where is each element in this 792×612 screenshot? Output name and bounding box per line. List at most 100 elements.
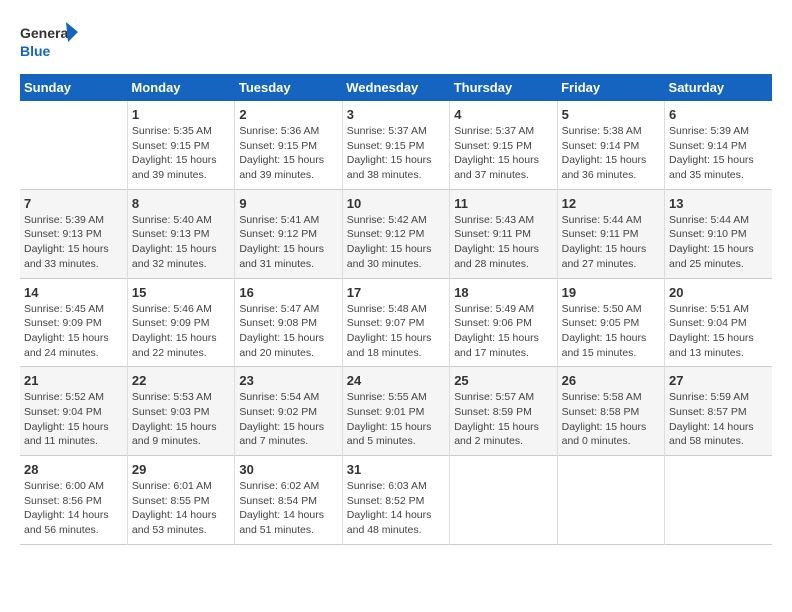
day-content: Sunrise: 5:59 AM Sunset: 8:57 PM Dayligh… xyxy=(669,390,768,449)
page-header: GeneralBlue xyxy=(20,20,772,64)
day-cell: 25 Sunrise: 5:57 AM Sunset: 8:59 PM Dayli… xyxy=(450,367,557,456)
day-cell: 11 Sunrise: 5:43 AM Sunset: 9:11 PM Dayli… xyxy=(450,189,557,278)
day-number: 21 xyxy=(24,373,123,388)
day-cell: 2 Sunrise: 5:36 AM Sunset: 9:15 PM Daylig… xyxy=(235,101,342,189)
day-content: Sunrise: 5:35 AM Sunset: 9:15 PM Dayligh… xyxy=(132,124,230,183)
day-content: Sunrise: 6:03 AM Sunset: 8:52 PM Dayligh… xyxy=(347,479,445,538)
day-content: Sunrise: 5:37 AM Sunset: 9:15 PM Dayligh… xyxy=(454,124,552,183)
day-number: 25 xyxy=(454,373,552,388)
day-number: 7 xyxy=(24,196,123,211)
day-cell: 4 Sunrise: 5:37 AM Sunset: 9:15 PM Daylig… xyxy=(450,101,557,189)
header-cell-tuesday: Tuesday xyxy=(235,74,342,101)
day-content: Sunrise: 5:57 AM Sunset: 8:59 PM Dayligh… xyxy=(454,390,552,449)
day-content: Sunrise: 5:51 AM Sunset: 9:04 PM Dayligh… xyxy=(669,302,768,361)
day-content: Sunrise: 5:44 AM Sunset: 9:11 PM Dayligh… xyxy=(562,213,660,272)
day-content: Sunrise: 5:54 AM Sunset: 9:02 PM Dayligh… xyxy=(239,390,337,449)
header-cell-monday: Monday xyxy=(127,74,234,101)
day-cell: 16Sunrise: 5:47 AM Sunset: 9:08 PM Dayli… xyxy=(235,278,342,367)
day-number: 3 xyxy=(347,107,445,122)
day-content: Sunrise: 5:58 AM Sunset: 8:58 PM Dayligh… xyxy=(562,390,660,449)
day-cell: 14 Sunrise: 5:45 AM Sunset: 9:09 PM Dayli… xyxy=(20,278,127,367)
day-cell: 1 Sunrise: 5:35 AM Sunset: 9:15 PM Daylig… xyxy=(127,101,234,189)
day-cell: 23 Sunrise: 5:54 AM Sunset: 9:02 PM Dayli… xyxy=(235,367,342,456)
day-cell: 24 Sunrise: 5:55 AM Sunset: 9:01 PM Dayli… xyxy=(342,367,449,456)
day-content: Sunrise: 5:42 AM Sunset: 9:12 PM Dayligh… xyxy=(347,213,445,272)
header-cell-saturday: Saturday xyxy=(665,74,772,101)
day-cell: 31 Sunrise: 6:03 AM Sunset: 8:52 PM Dayli… xyxy=(342,456,449,545)
header-cell-thursday: Thursday xyxy=(450,74,557,101)
day-cell: 6 Sunrise: 5:39 AM Sunset: 9:14 PM Daylig… xyxy=(665,101,772,189)
day-content: Sunrise: 5:50 AM Sunset: 9:05 PM Dayligh… xyxy=(562,302,660,361)
calendar-body: 1 Sunrise: 5:35 AM Sunset: 9:15 PM Daylig… xyxy=(20,101,772,544)
day-number: 30 xyxy=(239,462,337,477)
week-row-4: 21 Sunrise: 5:52 AM Sunset: 9:04 PM Dayli… xyxy=(20,367,772,456)
day-number: 14 xyxy=(24,285,123,300)
day-number: 19 xyxy=(562,285,660,300)
day-cell: 12 Sunrise: 5:44 AM Sunset: 9:11 PM Dayli… xyxy=(557,189,664,278)
day-number: 9 xyxy=(239,196,337,211)
day-number: 5 xyxy=(562,107,660,122)
day-content: Sunrise: 5:39 AM Sunset: 9:14 PM Dayligh… xyxy=(669,124,768,183)
day-cell: 26 Sunrise: 5:58 AM Sunset: 8:58 PM Dayli… xyxy=(557,367,664,456)
day-content: Sunrise: 5:38 AM Sunset: 9:14 PM Dayligh… xyxy=(562,124,660,183)
day-number: 17 xyxy=(347,285,445,300)
day-number: 11 xyxy=(454,196,552,211)
header-cell-friday: Friday xyxy=(557,74,664,101)
day-content: Sunrise: 5:47 AM Sunset: 9:08 PM Dayligh… xyxy=(239,302,337,361)
day-number: 1 xyxy=(132,107,230,122)
day-content: Sunrise: 5:48 AM Sunset: 9:07 PM Dayligh… xyxy=(347,302,445,361)
day-cell: 7 Sunrise: 5:39 AM Sunset: 9:13 PM Daylig… xyxy=(20,189,127,278)
day-cell: 17 Sunrise: 5:48 AM Sunset: 9:07 PM Dayli… xyxy=(342,278,449,367)
day-cell: 9Sunrise: 5:41 AM Sunset: 9:12 PM Daylig… xyxy=(235,189,342,278)
day-number: 4 xyxy=(454,107,552,122)
day-cell: 3 Sunrise: 5:37 AM Sunset: 9:15 PM Daylig… xyxy=(342,101,449,189)
day-cell: 20 Sunrise: 5:51 AM Sunset: 9:04 PM Dayli… xyxy=(665,278,772,367)
header-cell-wednesday: Wednesday xyxy=(342,74,449,101)
day-content: Sunrise: 5:43 AM Sunset: 9:11 PM Dayligh… xyxy=(454,213,552,272)
day-content: Sunrise: 5:45 AM Sunset: 9:09 PM Dayligh… xyxy=(24,302,123,361)
day-content: Sunrise: 5:55 AM Sunset: 9:01 PM Dayligh… xyxy=(347,390,445,449)
day-cell: 21 Sunrise: 5:52 AM Sunset: 9:04 PM Dayli… xyxy=(20,367,127,456)
day-cell: 10 Sunrise: 5:42 AM Sunset: 9:12 PM Dayli… xyxy=(342,189,449,278)
day-number: 31 xyxy=(347,462,445,477)
day-content: Sunrise: 5:52 AM Sunset: 9:04 PM Dayligh… xyxy=(24,390,123,449)
day-number: 15 xyxy=(132,285,230,300)
week-row-2: 7 Sunrise: 5:39 AM Sunset: 9:13 PM Daylig… xyxy=(20,189,772,278)
day-cell: 19 Sunrise: 5:50 AM Sunset: 9:05 PM Dayli… xyxy=(557,278,664,367)
logo: GeneralBlue xyxy=(20,20,80,64)
day-cell: 13Sunrise: 5:44 AM Sunset: 9:10 PM Dayli… xyxy=(665,189,772,278)
day-cell: 28Sunrise: 6:00 AM Sunset: 8:56 PM Dayli… xyxy=(20,456,127,545)
day-content: Sunrise: 6:01 AM Sunset: 8:55 PM Dayligh… xyxy=(132,479,230,538)
week-row-5: 28Sunrise: 6:00 AM Sunset: 8:56 PM Dayli… xyxy=(20,456,772,545)
day-cell: 8 Sunrise: 5:40 AM Sunset: 9:13 PM Daylig… xyxy=(127,189,234,278)
day-cell: 5 Sunrise: 5:38 AM Sunset: 9:14 PM Daylig… xyxy=(557,101,664,189)
day-content: Sunrise: 5:44 AM Sunset: 9:10 PM Dayligh… xyxy=(669,213,768,272)
day-number: 22 xyxy=(132,373,230,388)
day-number: 20 xyxy=(669,285,768,300)
day-cell: 27Sunrise: 5:59 AM Sunset: 8:57 PM Dayli… xyxy=(665,367,772,456)
day-number: 8 xyxy=(132,196,230,211)
svg-text:General: General xyxy=(20,25,72,41)
day-number: 23 xyxy=(239,373,337,388)
day-content: Sunrise: 6:02 AM Sunset: 8:54 PM Dayligh… xyxy=(239,479,337,538)
week-row-3: 14 Sunrise: 5:45 AM Sunset: 9:09 PM Dayli… xyxy=(20,278,772,367)
day-content: Sunrise: 6:00 AM Sunset: 8:56 PM Dayligh… xyxy=(24,479,123,538)
day-content: Sunrise: 5:53 AM Sunset: 9:03 PM Dayligh… xyxy=(132,390,230,449)
day-cell: 30 Sunrise: 6:02 AM Sunset: 8:54 PM Dayli… xyxy=(235,456,342,545)
day-number: 24 xyxy=(347,373,445,388)
day-number: 12 xyxy=(562,196,660,211)
day-content: Sunrise: 5:37 AM Sunset: 9:15 PM Dayligh… xyxy=(347,124,445,183)
day-number: 26 xyxy=(562,373,660,388)
day-content: Sunrise: 5:39 AM Sunset: 9:13 PM Dayligh… xyxy=(24,213,123,272)
day-number: 6 xyxy=(669,107,768,122)
day-number: 29 xyxy=(132,462,230,477)
day-number: 2 xyxy=(239,107,337,122)
day-cell: 15Sunrise: 5:46 AM Sunset: 9:09 PM Dayli… xyxy=(127,278,234,367)
day-number: 10 xyxy=(347,196,445,211)
day-cell: 22 Sunrise: 5:53 AM Sunset: 9:03 PM Dayli… xyxy=(127,367,234,456)
day-cell xyxy=(450,456,557,545)
day-content: Sunrise: 5:49 AM Sunset: 9:06 PM Dayligh… xyxy=(454,302,552,361)
day-cell xyxy=(665,456,772,545)
day-content: Sunrise: 5:36 AM Sunset: 9:15 PM Dayligh… xyxy=(239,124,337,183)
day-content: Sunrise: 5:40 AM Sunset: 9:13 PM Dayligh… xyxy=(132,213,230,272)
